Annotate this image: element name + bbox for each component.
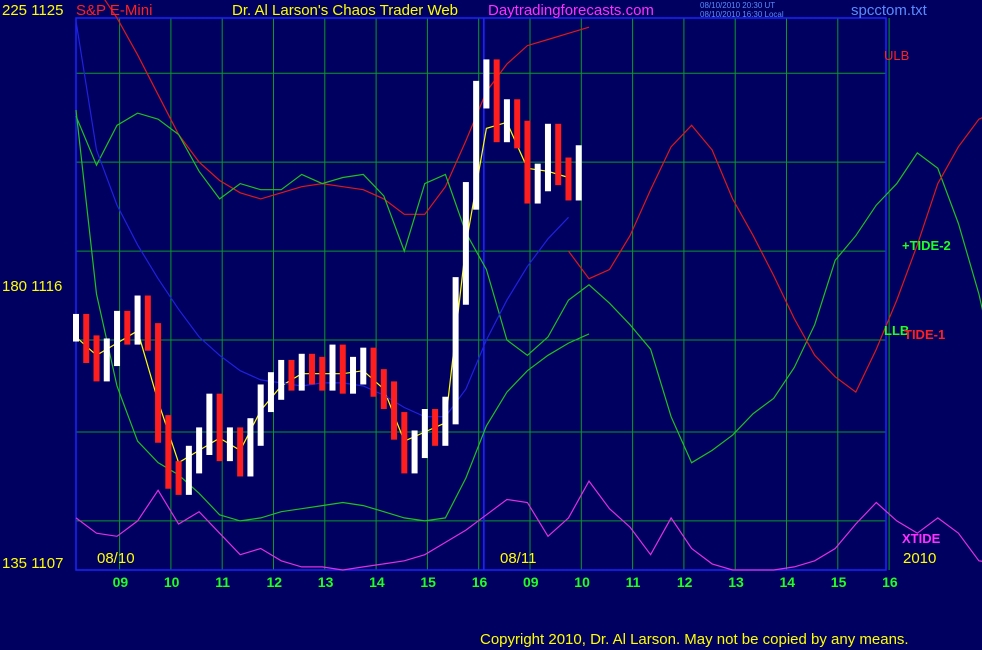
price-bar xyxy=(73,313,79,342)
x-tick-label: 14 xyxy=(780,574,796,590)
x-tick-label: 15 xyxy=(831,574,847,590)
price-bar xyxy=(442,396,449,446)
x-tick-label: 13 xyxy=(728,574,744,590)
x-tick-label: 12 xyxy=(677,574,693,590)
price-bar xyxy=(144,295,151,351)
price-bar xyxy=(339,344,346,394)
price-bar xyxy=(360,347,367,385)
price-bar xyxy=(226,427,233,462)
price-bar xyxy=(288,359,295,391)
price-bar xyxy=(493,59,500,143)
price-bar xyxy=(298,353,305,391)
price-bar xyxy=(483,59,490,109)
price-bar xyxy=(124,310,131,345)
price-bar xyxy=(93,335,100,382)
price-bar xyxy=(134,295,141,345)
y-tick-1107: 135 1107 xyxy=(2,555,64,572)
price-bar xyxy=(329,344,336,391)
x-tick-label: 13 xyxy=(318,574,334,590)
x-tick-label: 10 xyxy=(574,574,590,590)
y-tick-1116: 180 1116 xyxy=(2,278,63,295)
price-bar xyxy=(185,445,192,495)
label-tide-minus-1: TIDE-1 xyxy=(904,327,946,342)
price-bar xyxy=(544,123,551,192)
label-xtide: XTIDE xyxy=(902,531,941,546)
price-bar xyxy=(278,359,285,400)
price-bar xyxy=(165,415,172,489)
timestamp-local: 08/10/2010 16:30 Local xyxy=(700,10,784,19)
price-bar xyxy=(83,313,90,363)
price-bar xyxy=(421,409,428,459)
x-tick-label: 10 xyxy=(164,574,180,590)
x-tick-label: 09 xyxy=(523,574,539,590)
label-ulb: ULB xyxy=(884,48,910,63)
price-bar xyxy=(432,409,439,446)
x-tick-label: 16 xyxy=(882,574,898,590)
x-tick-label: 11 xyxy=(215,574,230,590)
price-bar xyxy=(237,427,244,477)
price-bar xyxy=(114,310,121,367)
chaos-chart: 09 10 11 12 13 14 15 16 09 10 11 12 13 14 15 16 xyxy=(0,0,982,650)
price-bar xyxy=(565,157,572,201)
x-tick-label: 16 xyxy=(472,574,488,590)
price-bar xyxy=(319,356,326,391)
instrument-label: S&P E-Mini xyxy=(76,2,153,19)
price-bar xyxy=(555,123,562,186)
label-tide-plus-2: +TIDE-2 xyxy=(902,238,951,253)
price-bar xyxy=(247,418,254,477)
x-tick-label: 11 xyxy=(626,574,641,590)
price-bar xyxy=(514,99,521,149)
price-bar xyxy=(267,372,274,413)
year-label: 2010 xyxy=(903,550,937,567)
date-label-second: 08/11 xyxy=(500,550,537,567)
price-scale-top: 225 1125 xyxy=(2,2,64,19)
price-bar xyxy=(473,80,480,210)
price-bar xyxy=(534,163,541,204)
price-bar xyxy=(155,323,162,443)
x-tick-label: 12 xyxy=(267,574,283,590)
x-tick-label: 15 xyxy=(420,574,436,590)
price-bar xyxy=(196,427,203,474)
price-bar xyxy=(452,277,459,425)
site-link[interactable]: Daytradingforecasts.com xyxy=(488,3,654,18)
price-bar xyxy=(103,338,110,382)
price-bar xyxy=(257,384,264,446)
data-filename: spcctom.txt xyxy=(851,2,927,19)
price-bar xyxy=(350,356,357,394)
price-bar xyxy=(411,430,418,474)
date-label-first: 08/10 xyxy=(97,550,135,567)
price-bar xyxy=(206,393,213,455)
copyright-notice: Copyright 2010, Dr. Al Larson. May not b… xyxy=(480,631,909,648)
price-bar xyxy=(524,120,531,204)
price-bar xyxy=(380,369,387,409)
price-bar xyxy=(308,353,315,385)
timestamp-ut: 08/10/2010 20:30 UT xyxy=(700,1,776,10)
price-bar xyxy=(401,412,408,474)
price-bar xyxy=(216,393,223,462)
price-bar xyxy=(391,381,398,440)
x-tick-label: 14 xyxy=(369,574,385,590)
price-bar xyxy=(175,461,182,495)
price-bar xyxy=(575,145,582,201)
page-title: Dr. Al Larson's Chaos Trader Web xyxy=(232,2,459,19)
price-bar xyxy=(370,347,377,397)
price-bar xyxy=(462,182,469,305)
x-tick-label: 09 xyxy=(113,574,129,590)
price-bar xyxy=(503,99,510,143)
